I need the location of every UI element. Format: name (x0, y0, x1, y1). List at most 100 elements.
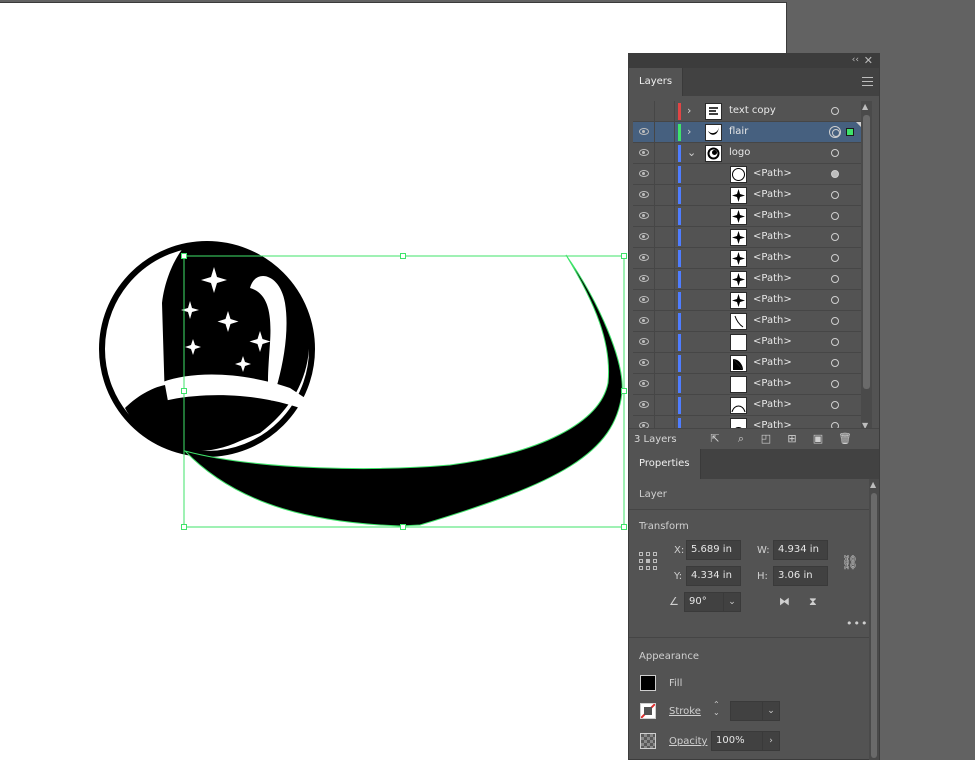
clipping-mask-icon[interactable]: ◰ (760, 433, 772, 445)
layer-name[interactable]: text copy (729, 105, 776, 116)
sublayer-row[interactable]: <Path> (633, 290, 862, 311)
layer-name[interactable]: <Path> (753, 231, 792, 242)
sublayer-row[interactable]: <Path> (633, 374, 862, 395)
lock-toggle[interactable] (655, 143, 675, 163)
hamburger-menu-icon[interactable] (862, 77, 873, 89)
layer-name[interactable]: <Path> (753, 336, 792, 347)
lock-toggle[interactable] (655, 374, 675, 394)
opacity-field[interactable]: 100% (711, 731, 763, 751)
stroke-weight-field[interactable] (730, 701, 763, 721)
visibility-toggle[interactable] (633, 122, 655, 142)
reference-point-selector[interactable] (639, 552, 658, 571)
sublayer-row[interactable]: <Path> (633, 332, 862, 353)
properties-scrollbar[interactable]: ▲ (869, 479, 879, 760)
h-field[interactable]: 3.06 in (773, 566, 828, 586)
constrain-proportions-icon[interactable]: ⛓ (841, 555, 859, 571)
layer-name[interactable]: <Path> (753, 210, 792, 221)
target-icon[interactable] (831, 107, 839, 115)
sublayer-row[interactable]: <Path> (633, 269, 862, 290)
layer-name[interactable]: <Path> (753, 189, 792, 200)
visibility-toggle[interactable] (633, 248, 655, 268)
locate-object-icon[interactable]: ⌕ (735, 433, 747, 445)
opacity-label[interactable]: Opacity (669, 736, 707, 747)
lock-toggle[interactable] (655, 332, 675, 352)
layer-row-logo[interactable]: ⌄ logo (633, 143, 862, 164)
lock-toggle[interactable] (655, 101, 675, 121)
stroke-stepper-icon[interactable]: ⌃ ⌄ (713, 701, 720, 717)
chevron-down-icon[interactable]: ⌄ (723, 592, 741, 612)
tab-properties[interactable]: Properties (629, 449, 701, 479)
sublayer-row[interactable]: <Path> (633, 164, 862, 185)
lock-toggle[interactable] (655, 395, 675, 415)
lock-toggle[interactable] (655, 248, 675, 268)
target-icon[interactable] (831, 170, 839, 178)
visibility-toggle[interactable] (633, 227, 655, 247)
new-sublayer-icon[interactable]: ⊞ (786, 433, 798, 445)
flip-horizontal-icon[interactable]: ⧓ (779, 595, 790, 608)
lock-toggle[interactable] (655, 206, 675, 226)
visibility-toggle[interactable] (633, 101, 655, 121)
rotate-field[interactable]: 90° (684, 592, 724, 612)
sublayer-row[interactable]: <Path> (633, 248, 862, 269)
layer-name[interactable]: <Path> (753, 399, 792, 410)
target-icon[interactable] (831, 149, 839, 157)
visibility-toggle[interactable] (633, 353, 655, 373)
target-icon[interactable] (831, 191, 839, 199)
w-field[interactable]: 4.934 in (773, 540, 828, 560)
target-icon[interactable] (831, 401, 839, 409)
scroll-thumb[interactable] (863, 115, 870, 389)
visibility-toggle[interactable] (633, 164, 655, 184)
new-layer-icon[interactable]: ▣ (812, 433, 824, 445)
stroke-swatch[interactable] (640, 703, 656, 719)
scroll-thumb[interactable] (871, 493, 877, 758)
chevron-right-icon[interactable]: › (687, 125, 691, 138)
tab-layers[interactable]: Layers (629, 68, 684, 96)
visibility-toggle[interactable] (633, 290, 655, 310)
y-field[interactable]: 4.334 in (686, 566, 741, 586)
target-icon[interactable] (831, 254, 839, 262)
scroll-up-icon[interactable]: ▲ (862, 102, 868, 111)
sublayer-row[interactable]: <Path> (633, 227, 862, 248)
sublayer-row[interactable]: <Path> (633, 353, 862, 374)
target-icon[interactable] (831, 296, 839, 304)
lock-toggle[interactable] (655, 290, 675, 310)
visibility-toggle[interactable] (633, 311, 655, 331)
layer-row-flair[interactable]: › flair (633, 122, 862, 143)
lock-toggle[interactable] (655, 311, 675, 331)
target-icon[interactable] (831, 275, 839, 283)
layer-name[interactable]: <Path> (753, 294, 792, 305)
layer-name[interactable]: <Path> (753, 378, 792, 389)
close-icon[interactable]: ✕ (864, 54, 873, 67)
double-chevron-left-icon[interactable]: ‹‹ (852, 55, 859, 65)
chevron-down-icon[interactable]: ⌄ (687, 146, 696, 159)
visibility-toggle[interactable] (633, 395, 655, 415)
x-field[interactable]: 5.689 in (686, 540, 741, 560)
flip-vertical-icon[interactable]: ⧗ (809, 595, 817, 609)
layer-name[interactable]: <Path> (753, 252, 792, 263)
visibility-toggle[interactable] (633, 332, 655, 352)
sublayer-row[interactable]: <Path> (633, 395, 862, 416)
visibility-toggle[interactable] (633, 185, 655, 205)
target-icon[interactable] (831, 380, 839, 388)
layers-scrollbar[interactable]: ▲ ▼ (861, 101, 872, 431)
layer-name[interactable]: <Path> (753, 315, 792, 326)
sublayer-row[interactable]: <Path> (633, 311, 862, 332)
visibility-toggle[interactable] (633, 374, 655, 394)
more-options-icon[interactable]: ••• (846, 617, 868, 630)
layer-name[interactable]: <Path> (753, 168, 792, 179)
sublayer-row[interactable]: <Path> (633, 185, 862, 206)
lock-toggle[interactable] (655, 164, 675, 184)
visibility-toggle[interactable] (633, 143, 655, 163)
lock-toggle[interactable] (655, 269, 675, 289)
panel-titlebar[interactable]: ‹‹ ✕ (629, 54, 879, 68)
visibility-toggle[interactable] (633, 206, 655, 226)
fill-swatch[interactable] (640, 675, 656, 691)
target-icon[interactable] (831, 338, 839, 346)
visibility-toggle[interactable] (633, 269, 655, 289)
layer-name[interactable]: <Path> (753, 357, 792, 368)
layer-name[interactable]: flair (729, 126, 748, 137)
selection-indicator[interactable] (846, 128, 854, 136)
sublayer-row[interactable]: <Path> (633, 206, 862, 227)
layer-name[interactable]: logo (729, 147, 750, 158)
layer-row-text-copy[interactable]: › text copy (633, 101, 862, 122)
